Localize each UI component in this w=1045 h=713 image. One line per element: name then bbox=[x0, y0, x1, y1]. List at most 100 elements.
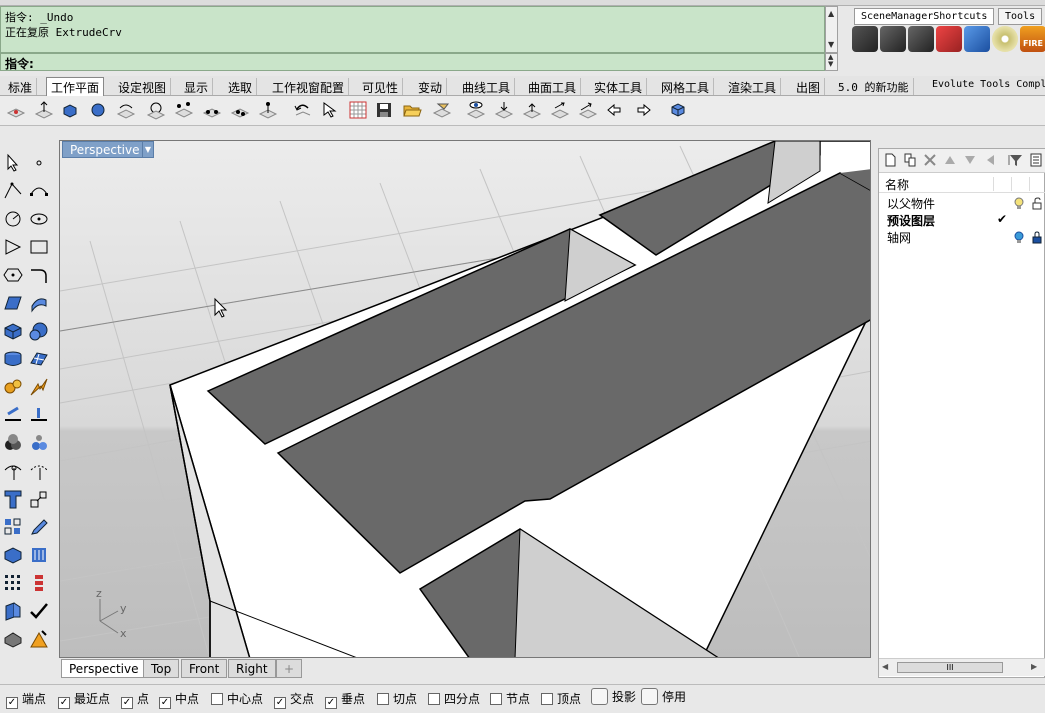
mesh-icon[interactable] bbox=[28, 348, 50, 370]
tab-viewport-layout[interactable]: 工作视窗配置 bbox=[268, 78, 350, 95]
command-history-scrollbar[interactable]: ▲ ▼ bbox=[825, 6, 838, 53]
toggle-button[interactable] bbox=[641, 688, 658, 705]
ellipse-icon[interactable] bbox=[28, 208, 50, 230]
scene-manager-4-icon[interactable] bbox=[936, 26, 962, 52]
cylinder-icon[interactable] bbox=[2, 348, 24, 370]
split-icon[interactable] bbox=[28, 460, 50, 482]
cplane-rotate-icon[interactable] bbox=[146, 100, 166, 120]
layer-column-header[interactable]: 名称 bbox=[879, 175, 1045, 193]
analyze-icon[interactable] bbox=[2, 600, 24, 622]
scene-manager-5-icon[interactable] bbox=[964, 26, 990, 52]
osnap-intersection[interactable]: ✓ 交点 bbox=[274, 690, 314, 709]
cplane-view-icon[interactable] bbox=[466, 100, 486, 120]
fire-icon[interactable]: FIRE bbox=[1020, 26, 1045, 52]
layer-stack-icon[interactable] bbox=[28, 572, 50, 594]
scroll-thumb[interactable]: III bbox=[897, 662, 1003, 673]
cplane-curve-icon[interactable] bbox=[116, 100, 136, 120]
render-material-icon[interactable] bbox=[28, 628, 50, 650]
tab-select[interactable]: 选取 bbox=[224, 78, 258, 95]
cplane-x-axis-icon[interactable] bbox=[202, 100, 222, 120]
tab-surface-tools[interactable]: 曲面工具 bbox=[524, 78, 582, 95]
boolean-icon[interactable] bbox=[2, 432, 24, 454]
scene-manager-3-icon[interactable] bbox=[908, 26, 934, 52]
tab-scene-manager-shortcuts[interactable]: SceneManagerShortcuts bbox=[854, 8, 995, 25]
disc-icon[interactable] bbox=[992, 26, 1018, 52]
tab-visibility[interactable]: 可见性 bbox=[358, 78, 404, 95]
tab-solid-tools[interactable]: 实体工具 bbox=[590, 78, 648, 95]
toggle-button[interactable] bbox=[591, 688, 608, 705]
cplane-world-top-icon[interactable] bbox=[6, 100, 26, 120]
command-prompt[interactable]: 指令: bbox=[0, 53, 825, 71]
viewport-title[interactable]: Perspective bbox=[62, 141, 154, 158]
render-light-icon[interactable] bbox=[28, 376, 50, 398]
named-cplanes-icon[interactable] bbox=[432, 100, 452, 120]
array-icon[interactable] bbox=[2, 516, 24, 538]
cplane-elevation-icon[interactable] bbox=[34, 100, 54, 120]
cplane-z-axis-icon[interactable] bbox=[230, 100, 250, 120]
osnap-quad[interactable]: 四分点 bbox=[428, 690, 480, 707]
edit-point-icon[interactable] bbox=[28, 516, 50, 538]
curve-icon[interactable] bbox=[28, 180, 50, 202]
cplane-sphere-icon[interactable] bbox=[88, 100, 108, 120]
render-gear-icon[interactable] bbox=[2, 376, 24, 398]
cplane-to-object-icon[interactable] bbox=[60, 100, 80, 120]
checkbox[interactable]: ✓ bbox=[159, 697, 171, 709]
polygon-icon[interactable] bbox=[2, 264, 24, 286]
viewport-tab-perspective[interactable]: Perspective bbox=[61, 659, 147, 678]
osnap-disable-toggle[interactable]: 停用 bbox=[641, 688, 686, 705]
command-prompt-scrollbar[interactable]: ▲ ▼ bbox=[825, 53, 838, 71]
cplane-up-icon[interactable] bbox=[522, 100, 542, 120]
scale-icon[interactable] bbox=[28, 488, 50, 510]
checkbox[interactable] bbox=[490, 693, 502, 705]
scroll-down-icon[interactable]: ▼ bbox=[828, 60, 833, 68]
tab-curve-tools[interactable]: 曲线工具 bbox=[458, 78, 516, 95]
checkbox[interactable] bbox=[377, 693, 389, 705]
dimension-aligned-icon[interactable] bbox=[28, 404, 50, 426]
checkbox[interactable] bbox=[428, 693, 440, 705]
delete-layer-icon[interactable] bbox=[923, 153, 937, 167]
point-grid-icon[interactable] bbox=[2, 572, 24, 594]
osnap-perpendicular[interactable]: ✓ 垂点 bbox=[325, 690, 365, 709]
grid-icon[interactable] bbox=[348, 100, 368, 120]
tab-standard[interactable]: 标准 bbox=[4, 78, 38, 95]
add-viewport-tab-button[interactable]: + bbox=[276, 659, 303, 678]
box-icon[interactable] bbox=[2, 320, 24, 342]
check-icon[interactable] bbox=[28, 600, 50, 622]
viewport-tab-top[interactable]: Top bbox=[143, 659, 180, 678]
move-up-icon[interactable] bbox=[943, 153, 957, 167]
solid-cube-icon[interactable] bbox=[2, 544, 24, 566]
layer-options-icon[interactable] bbox=[1029, 153, 1043, 167]
tab-cplanes[interactable]: 工作平面 bbox=[46, 77, 105, 96]
layer-row-default[interactable]: 预设图层 ✔ bbox=[879, 212, 1045, 229]
unlock-icon[interactable] bbox=[1031, 197, 1043, 210]
cplane-previous-icon[interactable] bbox=[578, 100, 598, 120]
new-sublayer-icon[interactable] bbox=[903, 153, 917, 167]
osnap-knot[interactable]: 节点 bbox=[490, 690, 530, 707]
layer-row-parent[interactable]: 以父物件 bbox=[879, 195, 1045, 212]
dimension-icon[interactable] bbox=[2, 404, 24, 426]
light-bulb-icon[interactable] bbox=[1013, 231, 1025, 244]
layers-horizontal-scrollbar[interactable]: ◀ III ▶ bbox=[879, 658, 1045, 676]
osnap-end[interactable]: ✓ 端点 bbox=[6, 690, 46, 709]
render-preview-icon[interactable] bbox=[2, 628, 24, 650]
filter-icon[interactable] bbox=[1009, 153, 1023, 167]
osnap-point[interactable]: ✓ 点 bbox=[121, 690, 149, 709]
open-folder-icon[interactable] bbox=[402, 100, 422, 120]
checkbox[interactable]: ✓ bbox=[121, 697, 133, 709]
select-arrow-icon[interactable] bbox=[2, 152, 24, 174]
cplane-next-icon[interactable] bbox=[632, 100, 652, 120]
tab-tools[interactable]: Tools bbox=[998, 8, 1043, 25]
cplane-perpendicular-icon[interactable] bbox=[258, 100, 278, 120]
viewport-menu-dropdown[interactable]: ▼ bbox=[142, 141, 154, 158]
viewport-tab-front[interactable]: Front bbox=[181, 659, 228, 678]
tab-evolute-tools[interactable]: Evolute Tools Compl bbox=[928, 78, 1045, 95]
sphere-icon[interactable] bbox=[28, 320, 50, 342]
perspective-viewport[interactable]: z y x bbox=[59, 140, 871, 658]
layer-row-axis-grid[interactable]: 轴网 bbox=[879, 229, 1045, 246]
trim-icon[interactable] bbox=[2, 460, 24, 482]
scroll-left-icon[interactable]: ◀ bbox=[882, 662, 888, 671]
checkbox[interactable]: ✓ bbox=[6, 697, 18, 709]
checkbox[interactable]: ✓ bbox=[325, 697, 337, 709]
osnap-mid[interactable]: ✓ 中点 bbox=[159, 690, 199, 709]
arc-icon[interactable] bbox=[2, 236, 24, 258]
